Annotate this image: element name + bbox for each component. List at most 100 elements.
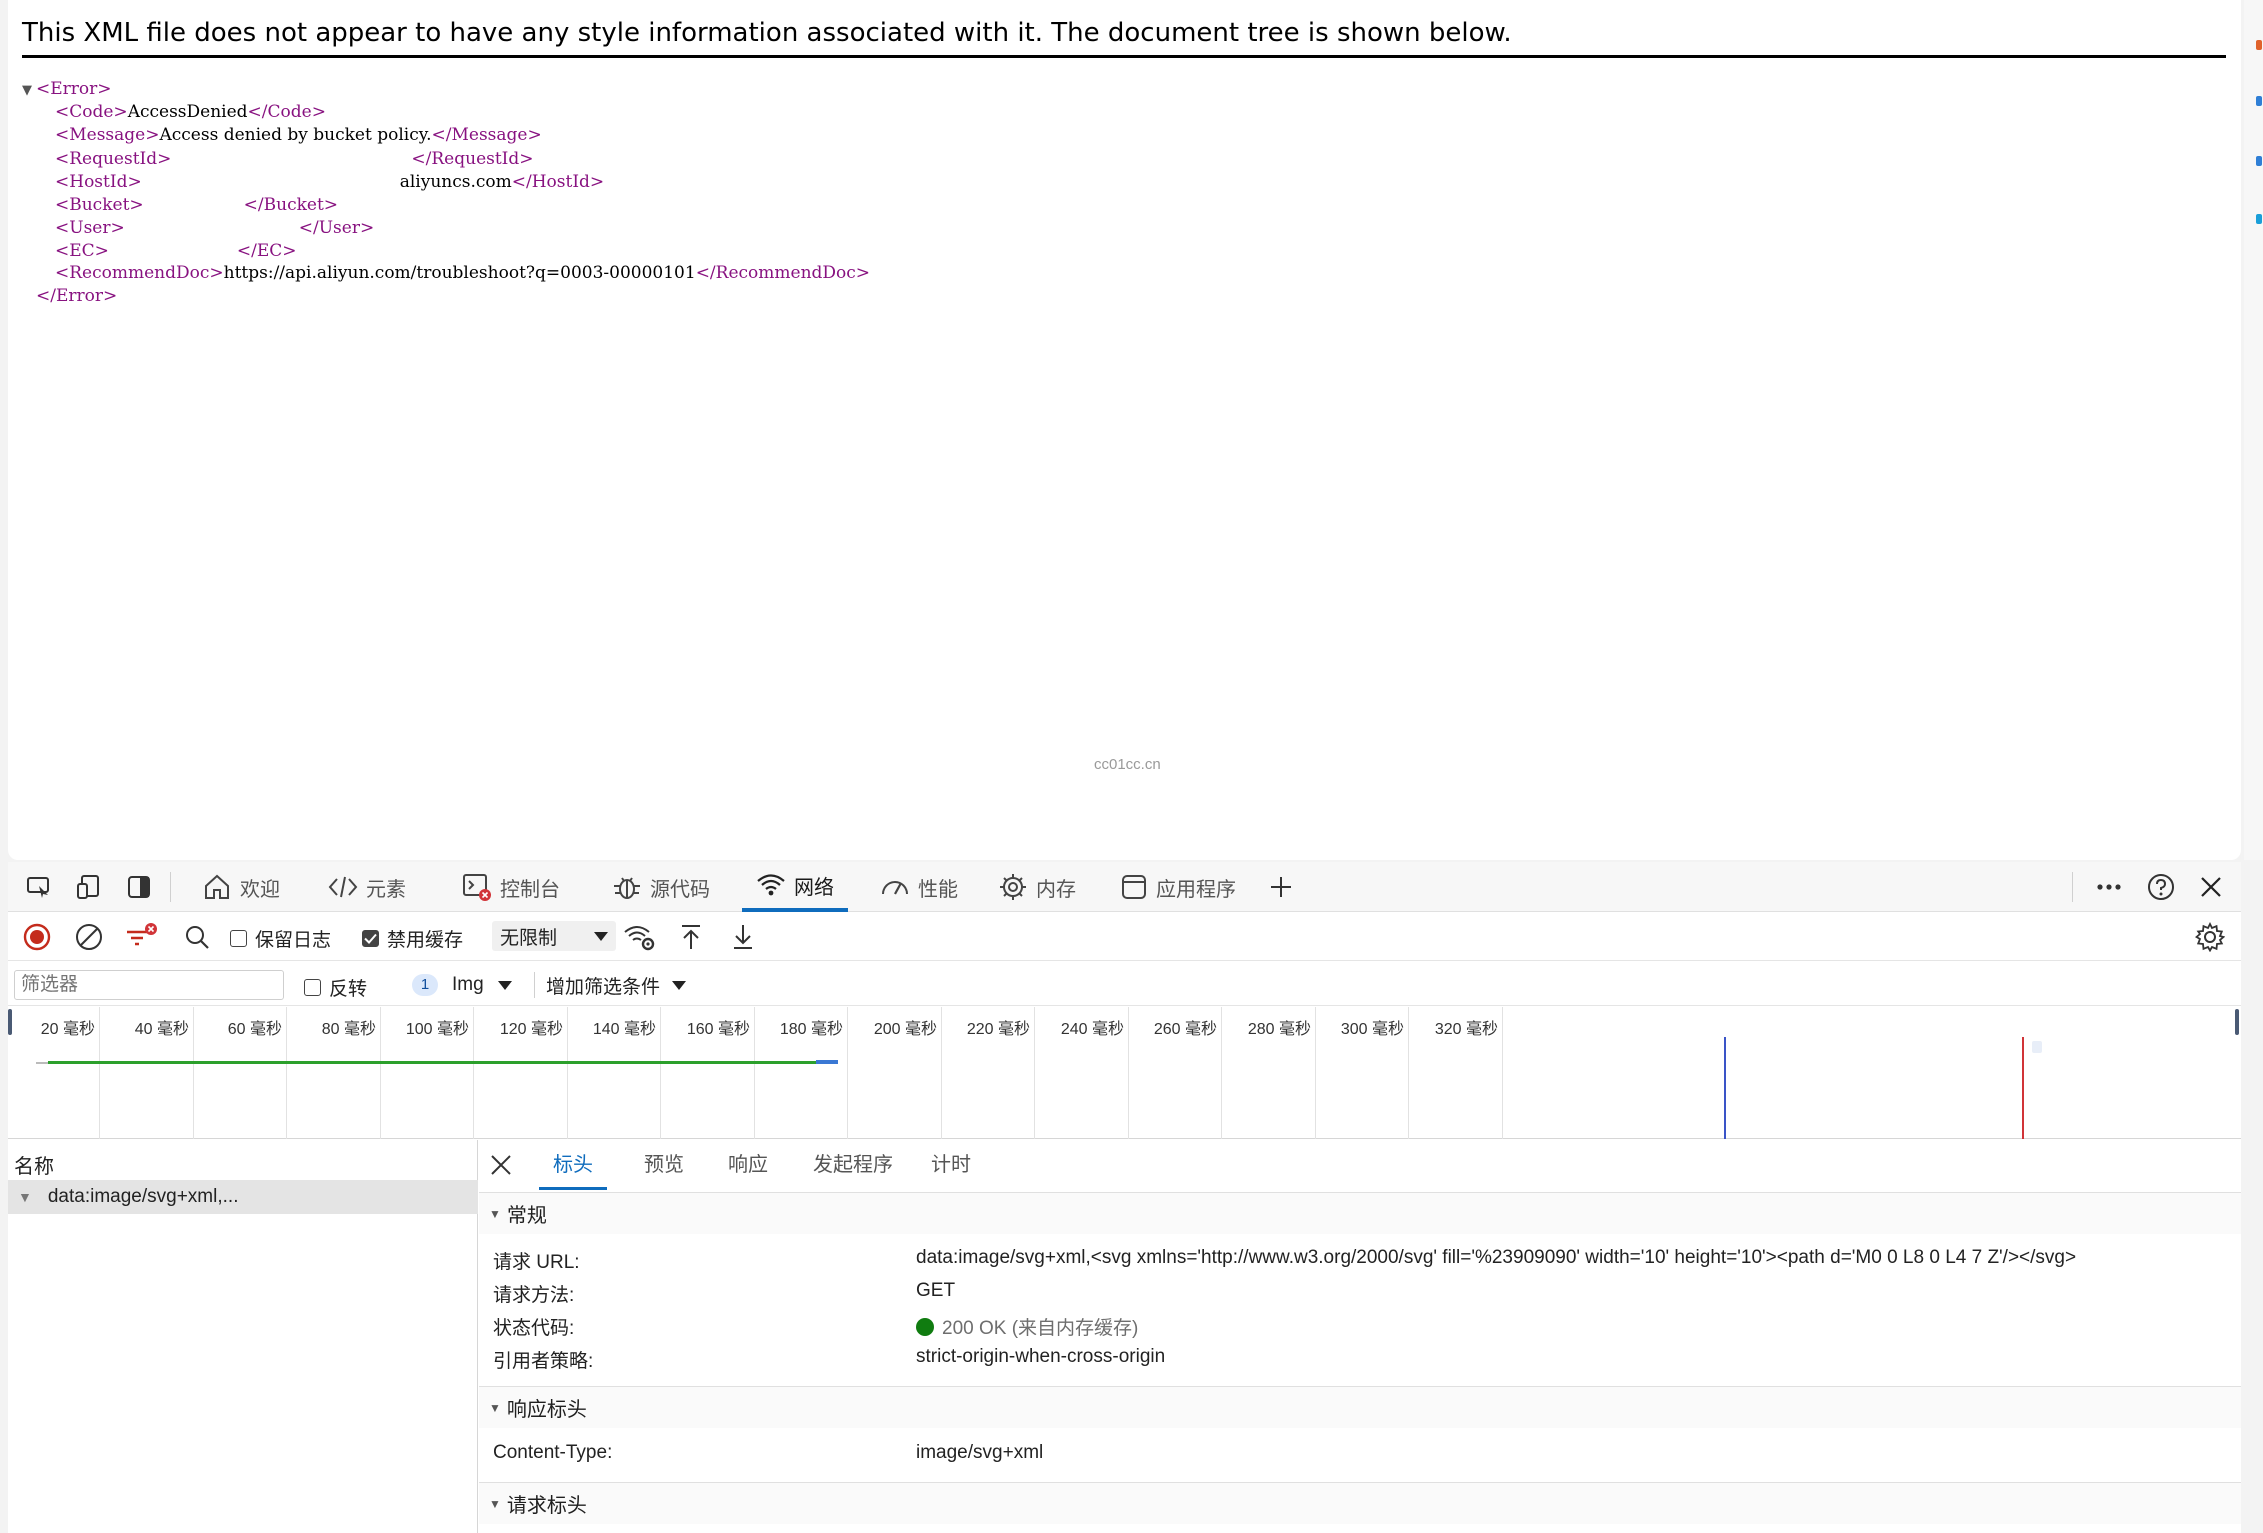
tab-label: 控制台 (500, 878, 560, 901)
xml-tag: <Bucket> (55, 195, 144, 215)
status-code-value: 200 OK (来自内存缓存) (942, 1318, 1139, 1339)
column-header-name[interactable]: 名称 (14, 1150, 54, 1179)
xml-tag: </HostId> (511, 172, 605, 192)
timeline-tick-label: 320 毫秒 (1434, 1021, 1498, 1038)
invert-checkbox[interactable]: 反转 (304, 974, 367, 1001)
xml-tag: <Code> (55, 102, 128, 122)
collapse-toggle-icon[interactable]: ▼ (22, 79, 36, 102)
filter-toggle-button[interactable] (124, 920, 158, 954)
stop-recording-button[interactable] (20, 920, 54, 954)
type-filter-value: Img (452, 974, 484, 995)
preserve-log-checkbox[interactable]: 保留日志 (230, 925, 331, 952)
tab-network[interactable]: 网络 (742, 862, 848, 912)
download-icon (734, 925, 752, 949)
xml-tag: </Bucket> (243, 195, 339, 215)
tab-label: 网络 (794, 876, 834, 899)
tab-label: 应用程序 (1156, 878, 1236, 901)
section-title: 常规 (506, 1205, 547, 1227)
tab-performance[interactable]: 性能 (866, 862, 972, 912)
code-icon (328, 876, 358, 898)
section-general[interactable]: ▼ 常规 (479, 1192, 2241, 1234)
side-icon[interactable] (2256, 96, 2262, 106)
type-count-badge: 1 (412, 974, 438, 996)
side-icon[interactable] (2256, 40, 2262, 50)
preserve-log-label: 保留日志 (255, 930, 332, 951)
tab-preview[interactable]: 预览 (630, 1140, 698, 1190)
request-name: data:image/svg+xml,... (47, 1186, 239, 1207)
header-key: Content-Type: (493, 1442, 613, 1463)
dock-side-icon[interactable] (122, 870, 156, 904)
tab-memory[interactable]: 内存 (984, 862, 1090, 912)
tab-sources[interactable]: 源代码 (598, 862, 724, 912)
header-key: 引用者策略: (493, 1351, 594, 1372)
tab-headers[interactable]: 标头 (539, 1140, 607, 1190)
tab-elements[interactable]: 元素 (314, 862, 420, 912)
page-viewport: This XML file does not appear to have an… (8, 0, 2241, 860)
redacted-value (141, 170, 400, 192)
tab-initiator[interactable]: 发起程序 (799, 1140, 907, 1190)
tab-label: 性能 (918, 878, 958, 901)
plus-icon (1271, 877, 1291, 897)
request-details-panel: 标头 预览 响应 发起程序 计时 ▼ 常规 请求 URL: data:image… (479, 1140, 2241, 1533)
xml-tag: <User> (55, 218, 125, 238)
throttling-select[interactable]: 无限制 (492, 921, 616, 951)
home-icon (205, 874, 229, 899)
collapse-triangle-icon: ▼ (489, 1496, 501, 1511)
status-dot-icon (916, 1317, 934, 1336)
clear-button[interactable] (72, 920, 106, 954)
tab-response[interactable]: 响应 (714, 1140, 782, 1190)
search-button[interactable] (180, 920, 214, 954)
referrer-policy-value: strict-origin-when-cross-origin (916, 1346, 1166, 1367)
more-options-button[interactable] (2092, 870, 2126, 904)
close-devtools-button[interactable] (2194, 870, 2228, 904)
import-har-button[interactable] (674, 920, 708, 954)
redacted-value (143, 193, 244, 215)
export-har-button[interactable] (726, 920, 760, 954)
browser-side-strip (2244, 0, 2263, 860)
side-icon[interactable] (2256, 214, 2262, 224)
type-filter-select[interactable]: 1 Img (412, 970, 512, 1000)
tab-application[interactable]: 应用程序 (1106, 862, 1250, 912)
side-icon[interactable] (2256, 156, 2262, 166)
network-conditions-button[interactable] (622, 920, 658, 954)
network-settings-button[interactable] (2193, 920, 2227, 954)
xml-tag: </Code> (247, 102, 326, 122)
xml-tag: </RequestId> (411, 149, 534, 169)
xml-document-tree: ▼ <Error> <Code>AccessDenied</Code> <Mess… (22, 78, 870, 308)
request-row[interactable]: ▼ data:image/svg+xml,... (8, 1180, 478, 1214)
disable-cache-checkbox[interactable]: 禁用缓存 (362, 925, 463, 952)
tab-welcome[interactable]: 欢迎 (188, 862, 294, 912)
close-icon (2201, 877, 2221, 897)
help-button[interactable] (2144, 870, 2178, 904)
filter-input[interactable] (14, 970, 284, 1000)
tab-timing[interactable]: 计时 (917, 1140, 985, 1190)
inspect-element-icon[interactable] (22, 870, 56, 904)
xml-tag-error-open: <Error> (36, 79, 112, 99)
timeline-overview[interactable]: 20 毫秒 40 毫秒 60 毫秒 80 毫秒 100 毫秒 120 毫秒 140 毫秒 16… (8, 1007, 2241, 1139)
xml-tag: <Message> (55, 125, 160, 145)
timeline-handle-left[interactable] (8, 1009, 12, 1035)
device-emulation-icon[interactable] (72, 870, 106, 904)
help-icon (2148, 874, 2174, 900)
checkbox-box[interactable] (362, 930, 379, 947)
domcontentloaded-marker (1724, 1037, 1726, 1139)
request-method-value: GET (916, 1280, 956, 1301)
invert-label: 反转 (329, 979, 368, 1000)
upload-icon (682, 925, 700, 949)
checkbox-box[interactable] (304, 979, 321, 996)
section-request-headers[interactable]: ▼ 请求标头 (479, 1482, 2241, 1524)
timeline-handle-right[interactable] (2235, 1009, 2239, 1035)
bug-icon (614, 877, 640, 899)
request-list-panel: 名称 ▼ data:image/svg+xml,... (8, 1140, 478, 1533)
close-details-button[interactable] (485, 1148, 517, 1182)
devtools-panel: 欢迎 元素 控制台 源代码 网络 性能 内存 应用程序 保留日志 禁用缓存 无限… (8, 862, 2241, 1533)
section-response-headers[interactable]: ▼ 响应标头 (479, 1386, 2241, 1428)
add-tab-button[interactable] (1264, 870, 1298, 904)
request-bar-end (816, 1060, 838, 1064)
expand-triangle-icon: ▼ (18, 1189, 32, 1205)
tab-console[interactable]: 控制台 (448, 862, 574, 912)
checkbox-box[interactable] (230, 930, 247, 947)
xml-tag: </RecommendDoc> (695, 263, 871, 283)
add-filter-button[interactable]: 增加筛选条件 (546, 970, 687, 1000)
throttling-value: 无限制 (500, 927, 558, 949)
